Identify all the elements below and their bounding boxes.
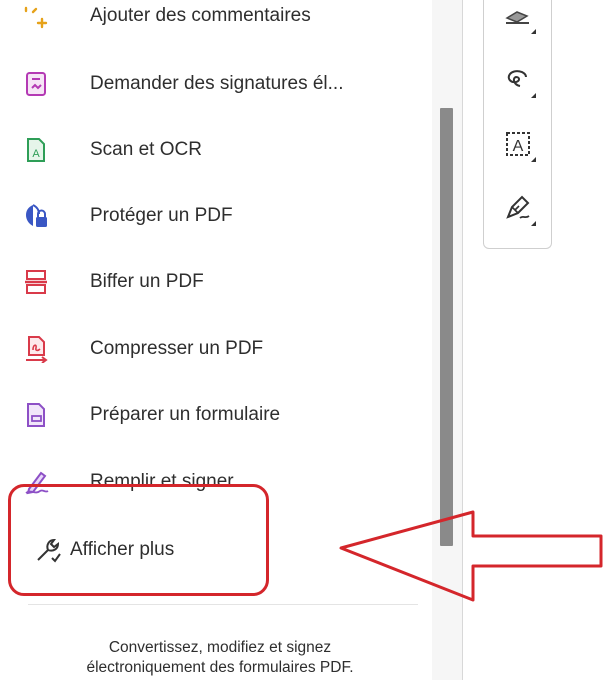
tool-label: Ajouter des commentaires xyxy=(90,5,311,27)
prepare-form-icon xyxy=(22,401,50,429)
tool-prepare-form[interactable]: Préparer un formulaire xyxy=(0,389,432,441)
compress-pdf-icon xyxy=(22,335,50,363)
tool-label: Demander des signatures él... xyxy=(90,73,344,94)
quick-tools-toolbar: A xyxy=(483,0,552,249)
footer-line: électroniquement des formulaires PDF. xyxy=(86,659,354,676)
tool-request-signatures[interactable]: Demander des signatures él... xyxy=(0,58,432,110)
scrollbar-thumb[interactable] xyxy=(440,108,453,546)
tool-label: Scan et OCR xyxy=(90,139,202,160)
svg-text:A: A xyxy=(513,138,524,155)
annotation-arrow xyxy=(339,510,603,602)
text-box-icon: A xyxy=(504,130,532,163)
dropdown-corner xyxy=(531,93,536,98)
tool-protect-pdf[interactable]: Protéger un PDF xyxy=(0,190,432,242)
highlight-icon xyxy=(503,4,533,33)
protect-pdf-icon xyxy=(22,202,50,230)
lasso-icon xyxy=(504,67,532,98)
sign-tool-button[interactable] xyxy=(500,192,536,228)
request-signature-icon xyxy=(22,70,50,98)
tool-label: Compresser un PDF xyxy=(90,338,264,359)
tool-label: Préparer un formulaire xyxy=(90,404,281,425)
scan-ocr-icon: A xyxy=(22,136,50,164)
dropdown-corner xyxy=(531,157,536,162)
tool-add-comments[interactable]: Ajouter des commentaires xyxy=(0,0,432,44)
footer-line: Convertissez, modifiez et signez xyxy=(108,639,332,656)
redact-pdf-icon xyxy=(22,268,50,296)
tool-compress-pdf[interactable]: Compresser un PDF xyxy=(0,323,432,375)
annotation-highlight-box xyxy=(8,484,269,596)
tool-label: Protéger un PDF xyxy=(90,205,233,226)
dropdown-corner xyxy=(531,221,536,226)
add-comment-icon xyxy=(22,4,50,32)
tool-label: Biffer un PDF xyxy=(90,271,204,292)
footer-description: Convertissez, modifiez et signez électro… xyxy=(10,638,430,678)
text-tool-button[interactable]: A xyxy=(500,128,536,164)
sign-pen-icon xyxy=(504,194,532,227)
svg-text:A: A xyxy=(32,148,40,160)
highlight-tool-button[interactable] xyxy=(500,0,536,36)
tool-redact-pdf[interactable]: Biffer un PDF xyxy=(0,256,432,308)
dropdown-corner xyxy=(531,29,536,34)
tool-scan-ocr[interactable]: A Scan et OCR xyxy=(0,124,432,176)
draw-tool-button[interactable] xyxy=(500,64,536,100)
